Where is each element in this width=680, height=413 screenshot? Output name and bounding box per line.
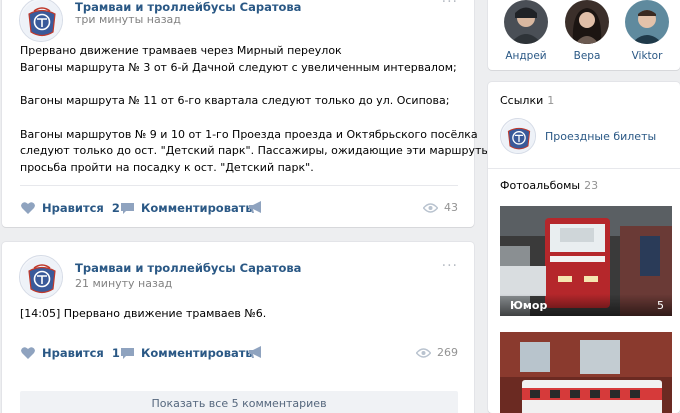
links-block: Ссылки1 Проездные билеты Фотоальбомы23 xyxy=(488,82,680,413)
eye-icon xyxy=(423,202,438,213)
friend-item[interactable]: Viktor xyxy=(622,0,672,62)
post-author[interactable]: Трамваи и троллейбусы Саратова xyxy=(75,261,301,275)
post-line: просьба пройти на посадку к ост. "Детски… xyxy=(20,160,314,174)
like-button[interactable]: Нравится 2 xyxy=(20,201,120,215)
views-counter: 269 xyxy=(416,346,458,359)
views-counter: 43 xyxy=(423,201,458,214)
links-header-label: Ссылки xyxy=(500,94,544,107)
like-count: 1 xyxy=(111,346,120,360)
comment-button[interactable]: Комментировать xyxy=(120,346,253,360)
community-avatar[interactable] xyxy=(19,255,63,299)
links-count: 1 xyxy=(547,94,555,107)
link-avatar[interactable] xyxy=(500,118,536,154)
friend-name[interactable]: Андрей xyxy=(501,50,551,62)
wall-post: Трамваи и троллейбусы Саратова 21 минуту… xyxy=(2,242,474,413)
post-menu-icon[interactable]: ··· xyxy=(442,258,458,274)
friend-avatar[interactable] xyxy=(625,0,669,44)
links-header[interactable]: Ссылки 1 xyxy=(500,94,554,107)
divider xyxy=(488,168,680,169)
views-count: 43 xyxy=(444,201,458,214)
post-line: [14:05] Прервано движение трамваев №6. xyxy=(20,307,267,320)
share-button[interactable] xyxy=(248,201,264,214)
comment-icon xyxy=(121,202,134,214)
post-menu-icon[interactable]: ··· xyxy=(442,0,458,10)
friend-avatar[interactable] xyxy=(565,0,609,44)
albums-count: 23 xyxy=(584,179,599,192)
like-label: Нравится xyxy=(42,201,104,215)
like-count: 2 xyxy=(111,201,120,215)
friend-item[interactable]: Вера xyxy=(562,0,612,62)
heart-icon xyxy=(21,347,35,359)
show-all-comments-button[interactable]: Показать все 5 комментариев xyxy=(20,391,458,413)
post-line: Вагоны маршрута № 3 от 6-й Дачной следую… xyxy=(20,60,457,74)
wall-post: Трамваи и троллейбусы Саратова три минут… xyxy=(2,0,494,227)
share-button[interactable] xyxy=(248,346,264,359)
like-label: Нравится xyxy=(42,346,104,360)
tram-photo xyxy=(500,332,672,413)
heart-icon xyxy=(21,202,35,214)
friend-avatar[interactable] xyxy=(504,0,548,44)
community-avatar[interactable] xyxy=(19,0,63,42)
post-text: [14:05] Прервано движение трамваев №6. xyxy=(20,306,460,323)
friend-name[interactable]: Viktor xyxy=(622,50,672,62)
post-line: Вагоны маршрута № 11 от 6-го квартала сл… xyxy=(20,94,450,107)
post-actions: Нравится 1 Комментировать 269 xyxy=(20,346,458,362)
post-line: Вагоны маршрутов № 9 и 10 от 1-го Проезд… xyxy=(20,127,478,141)
post-time[interactable]: 21 минуту назад xyxy=(75,277,172,290)
album-count: 5 xyxy=(657,299,664,312)
friend-name[interactable]: Вера xyxy=(562,50,612,62)
comment-icon xyxy=(121,347,134,359)
post-actions: Нравится 2 Комментировать 43 xyxy=(20,201,458,217)
megaphone-icon xyxy=(249,346,261,358)
link-item[interactable]: Проездные билеты xyxy=(545,130,656,143)
post-time[interactable]: три минуты назад xyxy=(75,13,181,26)
album-cover[interactable]: Юмор 5 xyxy=(500,206,672,316)
album-cover[interactable] xyxy=(500,332,672,413)
like-button[interactable]: Нравится 1 xyxy=(20,346,120,360)
post-text: Прервано движение трамваев через Мирный … xyxy=(20,43,494,176)
comment-label: Комментировать xyxy=(141,346,253,360)
post-line: Прервано движение трамваев через Мирный … xyxy=(20,44,342,57)
post-author[interactable]: Трамваи и троллейбусы Саратова xyxy=(75,0,301,14)
post-line: следуют только до ост. "Детский парк". П… xyxy=(20,144,494,157)
divider xyxy=(20,185,458,186)
comment-button[interactable]: Комментировать xyxy=(120,201,253,215)
megaphone-icon xyxy=(249,201,261,213)
album-title: Юмор xyxy=(510,299,548,312)
friend-item[interactable]: Андрей xyxy=(501,0,551,62)
albums-header[interactable]: Фотоальбомы 23 xyxy=(500,179,598,192)
albums-header-label: Фотоальбомы xyxy=(500,179,581,192)
comment-label: Комментировать xyxy=(141,201,253,215)
friends-block: Андрей Вера Viktor xyxy=(488,0,680,70)
views-count: 269 xyxy=(437,346,458,359)
eye-icon xyxy=(416,347,431,358)
